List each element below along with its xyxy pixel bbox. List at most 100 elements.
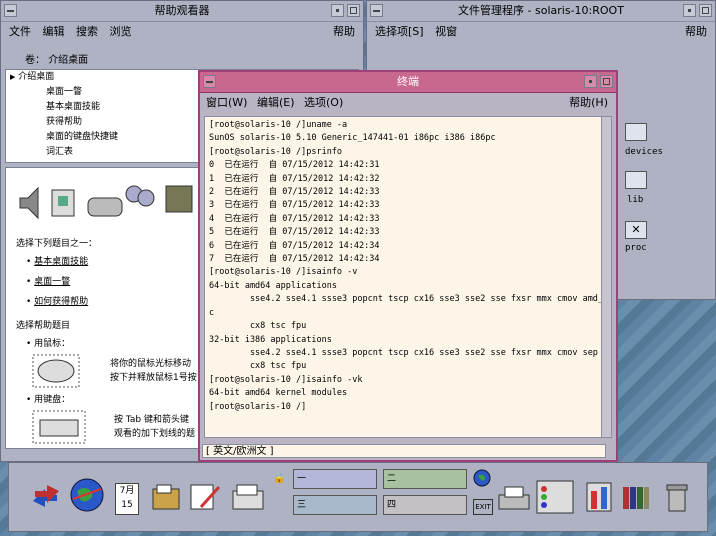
- link-row: • 基本桌面技能: [26, 257, 89, 267]
- calendar-icon[interactable]: 7月 15: [115, 483, 139, 515]
- terminal-output[interactable]: [root@solaris-10 /]uname -a SunOS solari…: [204, 116, 602, 438]
- terminal-line: c: [209, 307, 215, 318]
- maximize-button[interactable]: [347, 4, 360, 17]
- help-books-icon[interactable]: [621, 483, 651, 511]
- lock-icon[interactable]: 🔒: [273, 473, 285, 484]
- menu-edit[interactable]: 编辑: [43, 25, 65, 38]
- help-viewer-title: 帮助观看器: [154, 4, 210, 17]
- window-menu-button[interactable]: [203, 75, 216, 88]
- globe-icon[interactable]: [69, 477, 105, 513]
- terminal-line: [root@solaris-10 /]: [209, 401, 307, 412]
- link-get-help[interactable]: 如何获得帮助: [34, 297, 88, 307]
- volume-label: 卷：: [25, 55, 45, 66]
- menu-options[interactable]: 选项(O): [304, 96, 343, 109]
- terminal-scrollbar[interactable]: [601, 116, 612, 438]
- file-drawer-icon[interactable]: [151, 483, 181, 513]
- terminal-line: 4 已在运行 自 07/15/2012 14:42:33: [209, 213, 380, 224]
- menu-selected[interactable]: 选择项[S]: [375, 25, 424, 38]
- link-desktop-glance[interactable]: 桌面一瞥: [34, 277, 70, 287]
- maximize-button[interactable]: [600, 75, 613, 88]
- printer-icon[interactable]: [497, 485, 531, 513]
- terminal-line: 64-bit amd64 kernel modules: [209, 388, 348, 399]
- volume-row: 卷： 介绍桌面: [25, 51, 88, 66]
- menu-file[interactable]: 文件: [9, 25, 31, 38]
- mouse-text-2: 按下并释放鼠标1号按: [110, 373, 197, 383]
- minimize-button[interactable]: [683, 4, 696, 17]
- window-menu-button[interactable]: [4, 4, 17, 17]
- globe-small-icon[interactable]: [473, 469, 491, 487]
- workspace-3-button[interactable]: 三: [293, 495, 377, 515]
- keyboard-text-2: 观看的加下划线的题: [114, 429, 196, 439]
- text-editor-icon[interactable]: [189, 481, 221, 513]
- link-basic-skills[interactable]: 基本桌面技能: [34, 257, 88, 267]
- mouse-icon: [32, 354, 80, 388]
- terminal-line: 1 已在运行 自 07/15/2012 14:42:32: [209, 173, 380, 184]
- calendar-month: 7月: [119, 486, 135, 496]
- terminal-line: sse4.2 sse4.1 ssse3 popcnt tscp cx16 sse…: [209, 294, 602, 305]
- mailer-icon[interactable]: [231, 483, 265, 513]
- folder-label: devices: [625, 147, 663, 157]
- locked-folder-icon[interactable]: ✕: [625, 221, 647, 239]
- terminal-title: 终端: [397, 75, 419, 88]
- trash-icon[interactable]: [665, 483, 689, 513]
- terminal-line: cx8 tsc fpu: [209, 321, 307, 332]
- maximize-button[interactable]: [699, 4, 712, 17]
- terminal-menubar: 窗口(W) 编辑(E) 选项(O) 帮助(H): [200, 93, 616, 113]
- workspace-4-button[interactable]: 四: [383, 495, 467, 515]
- link-row: • 如何获得帮助: [26, 297, 89, 307]
- calendar-day: 15: [121, 500, 133, 510]
- mouse-label: • 用鼠标：: [26, 339, 71, 349]
- arrows-icon[interactable]: [29, 479, 63, 513]
- menu-search[interactable]: 搜索: [76, 25, 98, 38]
- keyboard-text-1: 按 Tab 键和箭头键: [114, 415, 189, 425]
- terminal-window[interactable]: 终端 窗口(W) 编辑(E) 选项(O) 帮助(H) [root@solaris…: [198, 70, 618, 462]
- volume-value: 介绍桌面: [48, 55, 89, 66]
- workspace-2-button[interactable]: 二: [383, 469, 467, 489]
- exit-button[interactable]: EXIT: [473, 499, 493, 515]
- workspace-1-button[interactable]: 一: [293, 469, 377, 489]
- terminal-line: 32-bit i386 applications: [209, 334, 332, 345]
- desktop-illustration-icon: [19, 185, 193, 220]
- input-method-status: [ 英文/欧洲文 ]: [202, 444, 606, 458]
- minimize-button[interactable]: [584, 75, 597, 88]
- terminal-titlebar[interactable]: 终端: [200, 72, 616, 93]
- menu-window[interactable]: 窗口(W): [206, 96, 247, 109]
- terminal-line: 64-bit amd64 applications: [209, 280, 337, 291]
- menu-edit[interactable]: 编辑(E): [257, 96, 295, 109]
- help-viewer-titlebar[interactable]: 帮助观看器: [1, 1, 363, 22]
- folder-area: devices lib ✕ proc: [613, 71, 713, 271]
- link-row: • 桌面一瞥: [26, 277, 71, 287]
- terminal-line: sse4.2 sse4.1 ssse3 popcnt tscp cx16 sse…: [209, 347, 598, 358]
- file-manager-menubar: 选择项[S] 视窗 帮助: [367, 22, 715, 42]
- window-menu-button[interactable]: [370, 4, 383, 17]
- menu-help[interactable]: 帮助: [685, 22, 707, 42]
- menu-view[interactable]: 视窗: [435, 25, 457, 38]
- style-manager-icon[interactable]: [535, 479, 575, 515]
- front-panel: 7月 15 🔒 一 二 三 四 EXIT: [8, 462, 708, 532]
- terminal-line: [root@solaris-10 /]psrinfo: [209, 146, 343, 157]
- file-manager-title: 文件管理程序 - solaris-10:ROOT: [458, 4, 624, 17]
- mouse-text-1: 将你的鼠标光标移动: [110, 359, 192, 369]
- terminal-line: 7 已在运行 自 07/15/2012 14:42:34: [209, 254, 380, 265]
- help-viewer-menubar: 文件 编辑 搜索 浏览 帮助: [1, 22, 363, 42]
- performance-meter-icon[interactable]: [585, 481, 613, 513]
- terminal-line: [root@solaris-10 /]isainfo -vk: [209, 374, 363, 385]
- terminal-line: cx8 tsc fpu: [209, 361, 307, 372]
- minimize-button[interactable]: [331, 4, 344, 17]
- menu-help[interactable]: 帮助(H): [569, 93, 608, 113]
- terminal-line: 6 已在运行 自 07/15/2012 14:42:34: [209, 240, 380, 251]
- keyboard-label: • 用键盘：: [26, 395, 71, 405]
- folder-label: proc: [625, 243, 647, 253]
- keyboard-icon: [32, 410, 86, 444]
- folder-label: lib: [627, 195, 644, 205]
- select-prompt: 选择下列题目之一：: [16, 239, 98, 249]
- terminal-line: 3 已在运行 自 07/15/2012 14:42:33: [209, 200, 380, 211]
- menu-browse[interactable]: 浏览: [110, 25, 132, 38]
- select-help-heading: 选择帮助题目: [16, 321, 71, 331]
- triangle-down-icon: ▶: [10, 73, 16, 81]
- folder-icon[interactable]: [625, 171, 647, 189]
- folder-icon[interactable]: [625, 123, 647, 141]
- menu-help[interactable]: 帮助: [333, 22, 355, 42]
- terminal-line: 5 已在运行 自 07/15/2012 14:42:33: [209, 227, 380, 238]
- file-manager-titlebar[interactable]: 文件管理程序 - solaris-10:ROOT: [367, 1, 715, 22]
